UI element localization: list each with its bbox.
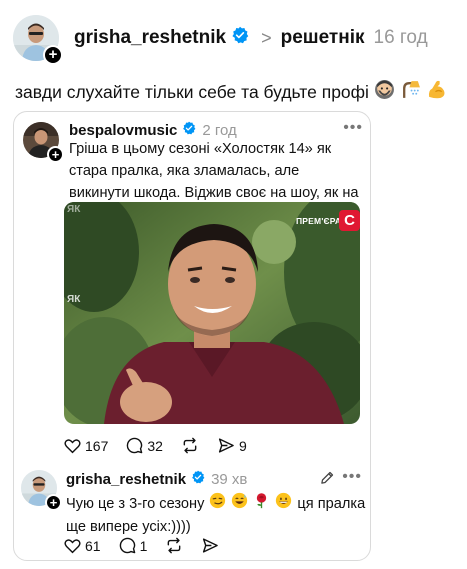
like-count: 167 [85, 437, 109, 454]
quoted-author-avatar[interactable]: + [23, 122, 64, 163]
channel-watermark: ЯК [67, 204, 81, 215]
like-count: 61 [85, 537, 101, 554]
comment-button[interactable]: 32 [126, 437, 163, 454]
grinning-face-emoji-icon [275, 492, 292, 516]
author-username[interactable]: grisha_reshetnik [74, 27, 226, 49]
reply-time: 39 хв [211, 470, 248, 488]
share-count: 9 [238, 437, 247, 454]
rose-emoji-icon [253, 492, 270, 516]
shower-head-emoji-icon [400, 79, 421, 105]
smirking-face-emoji-icon [209, 492, 226, 516]
heart-icon [64, 538, 81, 553]
repost-icon [183, 437, 197, 454]
more-icon[interactable]: ••• [342, 468, 362, 486]
pencil-icon[interactable] [320, 470, 335, 490]
caption-text: завди слухайте тільки себе та будьте про… [15, 81, 369, 102]
grinning-sweat-emoji-icon [231, 492, 248, 516]
post-time: 16 год [373, 27, 428, 48]
quoted-post-time: 2 год [202, 121, 237, 139]
flexed-biceps-emoji-icon [426, 79, 447, 105]
reply-author-username[interactable]: grisha_reshetnik [66, 471, 186, 488]
reply-text-line1: Чую це з 3-го сезону [66, 496, 205, 512]
like-button[interactable]: 61 [64, 538, 101, 554]
repost-button[interactable] [165, 537, 183, 554]
repost-button[interactable] [181, 437, 199, 454]
chevron-right-icon: > [261, 27, 272, 48]
community-name[interactable]: решетнік [281, 27, 365, 49]
repost-icon [168, 537, 181, 554]
follow-plus-icon[interactable]: + [45, 494, 62, 511]
bearded-face-emoji-icon [374, 79, 395, 105]
more-icon[interactable]: ••• [343, 119, 363, 137]
video-frame-image [64, 202, 360, 424]
verified-badge-icon [191, 470, 205, 488]
quoted-post-actions: 167 32 9 [64, 437, 265, 454]
share-button[interactable] [201, 537, 219, 554]
comment-count: 32 [147, 437, 163, 454]
comment-count: 1 [139, 537, 148, 554]
verified-badge-icon [231, 26, 249, 50]
channel-logo-icon: C [339, 210, 360, 231]
video-thumbnail[interactable]: ЯК ЯК ПРЕМ'ЄРА C [64, 202, 360, 424]
quoted-author-username[interactable]: bespalovmusic [69, 122, 177, 139]
author-avatar[interactable]: + [13, 15, 63, 65]
verified-badge-icon [182, 121, 196, 139]
quoted-post-card[interactable]: + bespalovmusic 2 год ••• Гріша в цьому … [13, 111, 371, 561]
like-button[interactable]: 167 [64, 438, 108, 454]
reply-text-line2: ще випере усіх:)))) [66, 519, 191, 535]
follow-plus-icon[interactable]: + [47, 146, 64, 163]
heart-icon [64, 438, 81, 453]
post-caption: завди слухайте тільки себе та будьте про… [15, 79, 447, 105]
post-header: + grisha_reshetnik > решетнік 16 год [13, 13, 453, 65]
reply-author-avatar[interactable]: + [21, 470, 62, 511]
share-button[interactable]: 9 [217, 437, 247, 454]
comment-icon [119, 537, 135, 554]
premiere-label: ПРЕМ'ЄРА [296, 216, 342, 226]
reply-text-line1-tail: ця пралка [297, 496, 366, 512]
comment-button[interactable]: 1 [119, 537, 148, 554]
reply-text: Чую це з 3-го сезону ця пралка ще випере… [66, 492, 366, 538]
reply-actions: 61 1 [64, 537, 237, 554]
send-icon [203, 538, 219, 553]
channel-watermark-side: ЯК [67, 294, 81, 305]
comment-icon [127, 437, 143, 454]
follow-plus-icon[interactable]: + [43, 45, 63, 65]
send-icon [218, 438, 234, 453]
